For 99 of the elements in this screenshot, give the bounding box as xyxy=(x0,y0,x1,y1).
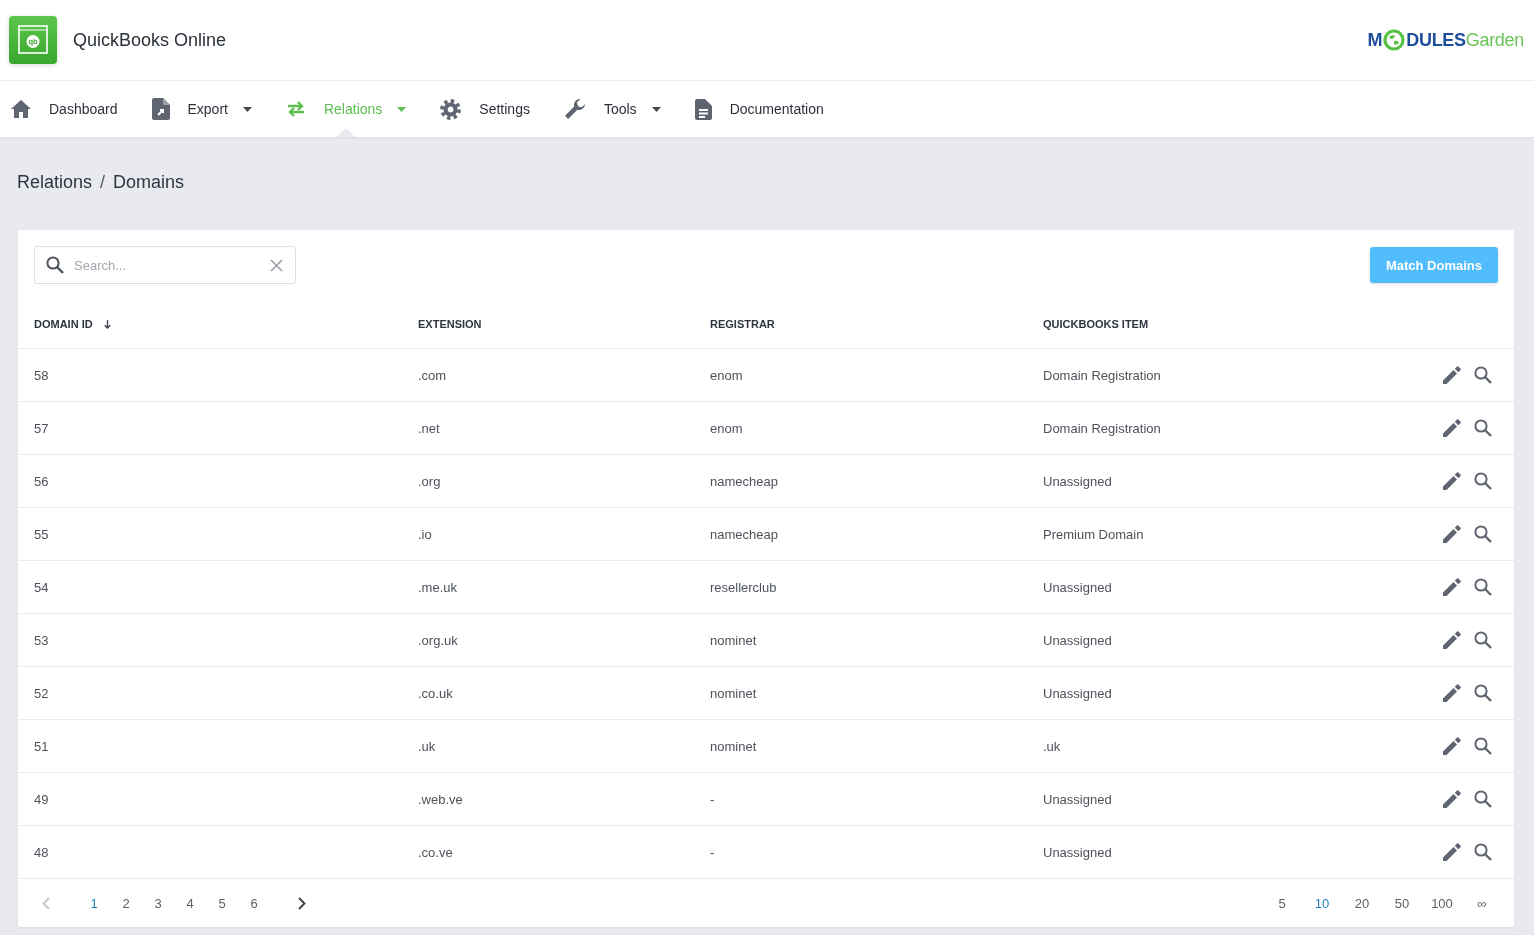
page-size-option[interactable]: 50 xyxy=(1382,887,1422,919)
table-cell-text: .co.ve xyxy=(417,844,454,860)
nav-tab[interactable]: Dashboard xyxy=(11,81,118,137)
page-size-option[interactable]: 5 xyxy=(1262,887,1302,919)
search-icon[interactable] xyxy=(1474,737,1492,755)
page-button[interactable]: 5 xyxy=(206,887,238,919)
edit-icon[interactable] xyxy=(1442,577,1462,597)
edit-icon[interactable] xyxy=(1442,365,1462,385)
table-cell-text: resellerclub xyxy=(709,579,778,595)
page-button[interactable]: 6 xyxy=(238,887,270,919)
table-cell-text: Unassigned xyxy=(1042,579,1113,595)
table-cell-text: namecheap xyxy=(709,473,779,489)
table-cell-text: .uk xyxy=(1042,738,1062,754)
table-cell-text: Unassigned xyxy=(1042,844,1113,860)
edit-icon[interactable] xyxy=(1442,736,1462,756)
nav-tab[interactable]: Settings xyxy=(440,81,530,137)
breadcrumb-item[interactable]: Relations xyxy=(17,171,93,193)
nav-tab[interactable]: Tools xyxy=(563,81,661,137)
chevron-right-icon xyxy=(298,896,306,910)
exchange-arrows-icon xyxy=(285,101,306,117)
table-cell-text: 53 xyxy=(33,632,50,648)
search-icon[interactable] xyxy=(1474,419,1492,437)
search-icon[interactable] xyxy=(1474,631,1492,649)
page-size-option[interactable]: 10 xyxy=(1302,887,1342,919)
search-icon[interactable] xyxy=(1474,578,1492,596)
table-cell-text: namecheap xyxy=(709,526,779,542)
page-size-option[interactable]: ∞ xyxy=(1462,887,1502,919)
table-cell-text: Premium Domain xyxy=(1042,526,1145,542)
table-cell-text: - xyxy=(709,844,716,860)
chevron-left-icon xyxy=(42,896,50,910)
column-header[interactable]: DOMAIN ID xyxy=(34,318,93,330)
edit-icon[interactable] xyxy=(1442,842,1462,862)
search-icon[interactable] xyxy=(1474,790,1492,808)
table-cell-text: .org xyxy=(417,473,442,489)
search-icon[interactable] xyxy=(1474,684,1492,702)
table-cell-text: Unassigned xyxy=(1042,791,1113,807)
table-cell-text: .io xyxy=(417,526,433,542)
table-cell-text: .net xyxy=(417,420,441,436)
edit-icon[interactable] xyxy=(1442,630,1462,650)
page-size-option[interactable]: 20 xyxy=(1342,887,1382,919)
column-header[interactable]: REGISTRAR xyxy=(710,318,775,330)
document-icon xyxy=(694,98,712,120)
column-header[interactable]: QUICKBOOKS ITEM xyxy=(1043,318,1149,330)
brand-logo-text: M xyxy=(1367,29,1383,51)
search-icon[interactable] xyxy=(1474,366,1492,384)
table-cell-text: Unassigned xyxy=(1042,685,1113,701)
table-cell-text: .web.ve xyxy=(417,791,464,807)
table-cell-text: nominet xyxy=(709,685,758,701)
table-cell-text: .com xyxy=(417,367,448,383)
table-cell-text: Unassigned xyxy=(1042,632,1113,648)
page-button[interactable]: 3 xyxy=(142,887,174,919)
page-button[interactable]: 2 xyxy=(110,887,142,919)
search-icon[interactable] xyxy=(1474,843,1492,861)
table-cell-text: 51 xyxy=(33,738,50,754)
table-cell-text: - xyxy=(709,791,716,807)
search-icon[interactable] xyxy=(1474,525,1492,543)
app-title: QuickBooks Online xyxy=(73,29,227,51)
edit-icon[interactable] xyxy=(1442,789,1462,809)
page-button[interactable]: 1 xyxy=(78,887,110,919)
table-cell-text: enom xyxy=(709,367,744,383)
table-cell-text: nominet xyxy=(709,738,758,754)
home-icon xyxy=(11,100,31,118)
globe-icon xyxy=(1383,29,1406,51)
table-cell-text: 58 xyxy=(33,367,50,383)
table-cell-text: 55 xyxy=(33,526,50,542)
edit-icon[interactable] xyxy=(1442,418,1462,438)
edit-icon[interactable] xyxy=(1442,524,1462,544)
clear-icon[interactable] xyxy=(270,259,283,272)
nav-tab[interactable]: Export xyxy=(151,81,252,137)
table-cell-text: 56 xyxy=(33,473,50,489)
search-icon xyxy=(46,256,64,274)
nav-tab[interactable]: Documentation xyxy=(694,81,824,137)
table-cell-text: 52 xyxy=(33,685,50,701)
brand-logo-text: DULESGarden xyxy=(1406,29,1524,51)
breadcrumb-separator: / xyxy=(100,171,106,193)
table-cell-text: 54 xyxy=(33,579,50,595)
table-cell-text: 48 xyxy=(33,844,50,860)
breadcrumb-item: Domains xyxy=(113,171,185,193)
table-cell-text: enom xyxy=(709,420,744,436)
table-cell-text: Unassigned xyxy=(1042,473,1113,489)
table-cell-text: Domain Registration xyxy=(1042,420,1162,436)
gear-icon xyxy=(440,98,462,120)
search-icon[interactable] xyxy=(1474,472,1492,490)
column-header[interactable]: EXTENSION xyxy=(418,318,482,330)
table-cell-text: 49 xyxy=(33,791,50,807)
wrench-icon xyxy=(563,98,586,120)
table-cell-text: .uk xyxy=(417,738,437,754)
table-cell-text: nominet xyxy=(709,632,758,648)
table-cell-text: .me.uk xyxy=(417,579,458,595)
edit-icon[interactable] xyxy=(1442,471,1462,491)
table-cell-text: Domain Registration xyxy=(1042,367,1162,383)
table-cell-text: .org.uk xyxy=(417,632,459,648)
page-button[interactable]: 4 xyxy=(174,887,206,919)
table-cell-text: .co.uk xyxy=(417,685,454,701)
search-field[interactable]: Search... xyxy=(34,246,296,284)
file-export-icon xyxy=(151,98,170,120)
edit-icon[interactable] xyxy=(1442,683,1462,703)
table-cell-text: 57 xyxy=(33,420,50,436)
page-size-option[interactable]: 100 xyxy=(1422,887,1462,919)
